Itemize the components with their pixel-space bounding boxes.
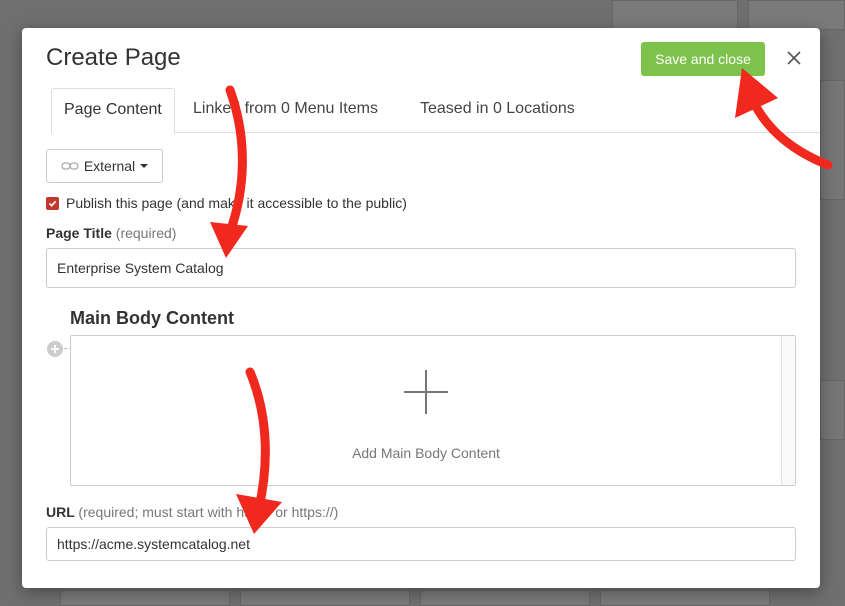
- add-main-body-content-label: Add Main Body Content: [352, 445, 500, 461]
- save-and-close-button[interactable]: Save and close: [641, 42, 765, 76]
- plus-icon: [51, 345, 59, 353]
- scrollbar[interactable]: [781, 336, 795, 485]
- background-card: [600, 590, 770, 606]
- page-title-label: Page Title (required): [46, 225, 176, 241]
- background-card: [240, 590, 410, 606]
- background-panel: [748, 0, 845, 30]
- background-panel: [820, 380, 845, 440]
- background-card: [60, 590, 230, 606]
- tab-teased-locations[interactable]: Teased in 0 Locations: [408, 88, 587, 133]
- main-body-content-area[interactable]: Add Main Body Content: [70, 335, 796, 486]
- url-hint: (required; must start with http:// or ht…: [78, 504, 339, 520]
- background-panel: [820, 80, 845, 200]
- close-button[interactable]: [782, 46, 806, 70]
- background-card: [420, 590, 590, 606]
- link-icon: [61, 162, 79, 170]
- checkmark-icon: [48, 200, 57, 207]
- caret-down-icon: [140, 164, 149, 168]
- url-label: URL (required; must start with http:// o…: [46, 504, 338, 520]
- tab-page-content[interactable]: Page Content: [51, 88, 175, 134]
- add-content-plus-icon[interactable]: [404, 370, 448, 414]
- add-block-button[interactable]: [47, 341, 63, 357]
- close-icon: [787, 51, 801, 65]
- modal-title: Create Page: [46, 44, 181, 71]
- tab-bar: Page Content Linked from 0 Menu Items Te…: [51, 88, 820, 134]
- page-title-label-text: Page Title: [46, 225, 112, 241]
- publish-checkbox[interactable]: [46, 196, 59, 210]
- background-panel: [612, 0, 738, 30]
- publish-label: Publish this page (and make it accessibl…: [66, 195, 407, 211]
- page-title-input[interactable]: Enterprise System Catalog: [46, 248, 796, 288]
- url-label-text: URL: [46, 504, 75, 520]
- link-type-label: External: [83, 158, 136, 174]
- publish-row: Publish this page (and make it accessibl…: [46, 195, 407, 211]
- create-page-modal: Create Page Save and close Page Content …: [22, 28, 820, 588]
- page-title-hint: (required): [115, 225, 177, 241]
- link-type-dropdown[interactable]: External: [46, 149, 163, 183]
- url-input[interactable]: https://acme.systemcatalog.net: [46, 527, 796, 561]
- main-body-heading: Main Body Content: [70, 308, 234, 328]
- tab-linked-menu-items[interactable]: Linked from 0 Menu Items: [181, 88, 390, 133]
